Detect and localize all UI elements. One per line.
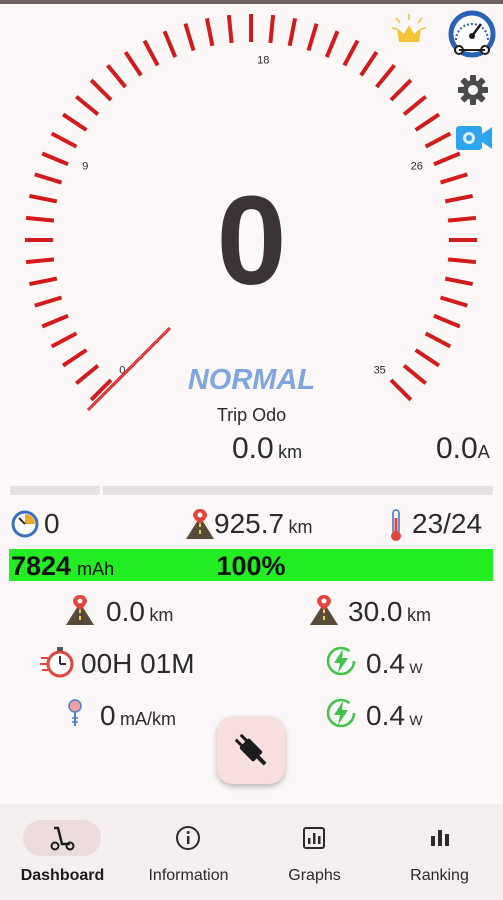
gauge-tick [402, 95, 427, 116]
current-number: 0.0 [436, 432, 478, 465]
gauge-tick [342, 39, 360, 67]
gauge-tick [162, 30, 178, 58]
battery-percent: 100% [216, 551, 286, 581]
bar-chart-icon [431, 830, 449, 846]
current-unit: A [477, 442, 490, 462]
lightning-icon [326, 646, 356, 676]
gauge-tick [414, 112, 441, 132]
gauge-tick [41, 313, 69, 329]
stopwatch-icon [40, 646, 74, 678]
trip-odo-unit: km [278, 442, 303, 462]
consumption-number: 0 [100, 700, 116, 731]
info-icon [176, 826, 200, 850]
gauge-tick-label: 26 [411, 161, 423, 173]
power-reading-2: 0.4 W [366, 700, 423, 732]
range-distance-number: 30.0 [348, 596, 403, 627]
gauge-tick-label: 9 [82, 161, 88, 173]
gauge-tick [375, 64, 396, 89]
battery-bar: 7824 mAh 100% [9, 549, 493, 581]
trip-odo-number: 0.0 [232, 432, 274, 465]
gauge-tick [424, 331, 452, 349]
current-value: 0.0A [436, 432, 490, 466]
speed-stat: 0 [44, 508, 60, 539]
connect-button[interactable] [217, 716, 285, 784]
divider-right [103, 486, 493, 495]
trip-odo-value: 0.0 km [232, 432, 302, 466]
power-reading-1: 0.4 W [366, 648, 423, 680]
nav-graphs[interactable]: Graphs [252, 804, 377, 900]
gauge-tick [389, 78, 413, 102]
nav-dashboard[interactable]: Dashboard [0, 804, 125, 900]
scooter-icon [50, 826, 75, 851]
gauge-tick [61, 112, 88, 132]
battery-usage-icon [66, 698, 84, 728]
gauge-tick [324, 30, 340, 58]
consumption: 0 mA/km [100, 700, 176, 732]
gear-icon[interactable] [457, 74, 489, 106]
graph-icon [303, 827, 325, 849]
road-icon [308, 594, 340, 626]
gauge-tick [89, 78, 113, 102]
nav-ranking-label: Ranking [410, 867, 469, 884]
crown-icon[interactable] [388, 12, 430, 48]
temperature: 23/24 [412, 508, 483, 539]
gauge-tick-label: 18 [257, 54, 269, 66]
gauge-tick [433, 151, 461, 167]
power-2-unit: W [409, 712, 423, 728]
gauge-tick [75, 95, 100, 116]
speedometer-icon [11, 510, 39, 538]
total-odometer-number: 925.7 [214, 508, 285, 539]
plug-icon [234, 733, 267, 766]
gauge-tick [359, 50, 379, 77]
gauge-tick [287, 17, 298, 47]
consumption-unit: mA/km [120, 709, 177, 729]
total-odometer-unit: km [288, 517, 313, 537]
ride-mode[interactable]: NORMAL [0, 364, 503, 397]
gauge-tick [226, 14, 234, 44]
power-2-number: 0.4 [366, 700, 405, 731]
gauge-tick [142, 39, 160, 67]
gauge-tick [424, 131, 452, 149]
power-1-number: 0.4 [366, 648, 405, 679]
gauge-tick [268, 14, 276, 44]
gauge-tick [204, 17, 215, 47]
range-distance-unit: km [406, 605, 431, 625]
bottom-navigation: Dashboard Information Graphs Ranking [0, 804, 503, 900]
gauge-tick [123, 50, 143, 77]
trip-odo-label: Trip Odo [216, 405, 287, 425]
total-odometer: 925.7 km [214, 508, 313, 540]
power-1-unit: W [409, 660, 423, 676]
gauge-tick [433, 313, 461, 329]
gauge-tick [183, 23, 196, 52]
nav-graphs-label: Graphs [288, 867, 341, 884]
speed-readout: 0 [216, 170, 287, 311]
nav-information-label: Information [148, 867, 229, 884]
video-camera-icon[interactable] [455, 123, 493, 153]
thermometer-icon [388, 508, 404, 542]
ride-time: 00H 01M [81, 648, 195, 679]
nav-dashboard-label: Dashboard [20, 867, 105, 884]
trip-distance-number: 0.0 [106, 596, 145, 627]
gauge-tick [41, 151, 69, 167]
range-distance: 30.0 km [348, 596, 431, 628]
nav-ranking[interactable]: Ranking [377, 804, 502, 900]
nav-information[interactable]: Information [126, 804, 251, 900]
road-icon [184, 508, 216, 540]
divider-left [10, 486, 100, 495]
lightning-icon [326, 698, 356, 728]
gauge-tick [106, 64, 127, 89]
gauge-tick [50, 331, 78, 349]
gauge-tick [50, 131, 78, 149]
trip-distance-unit: km [149, 605, 174, 625]
trip-distance: 0.0 km [106, 596, 173, 628]
scooter-speedometer-icon[interactable] [447, 10, 497, 58]
gauge-tick [306, 23, 319, 52]
road-icon [64, 594, 96, 626]
